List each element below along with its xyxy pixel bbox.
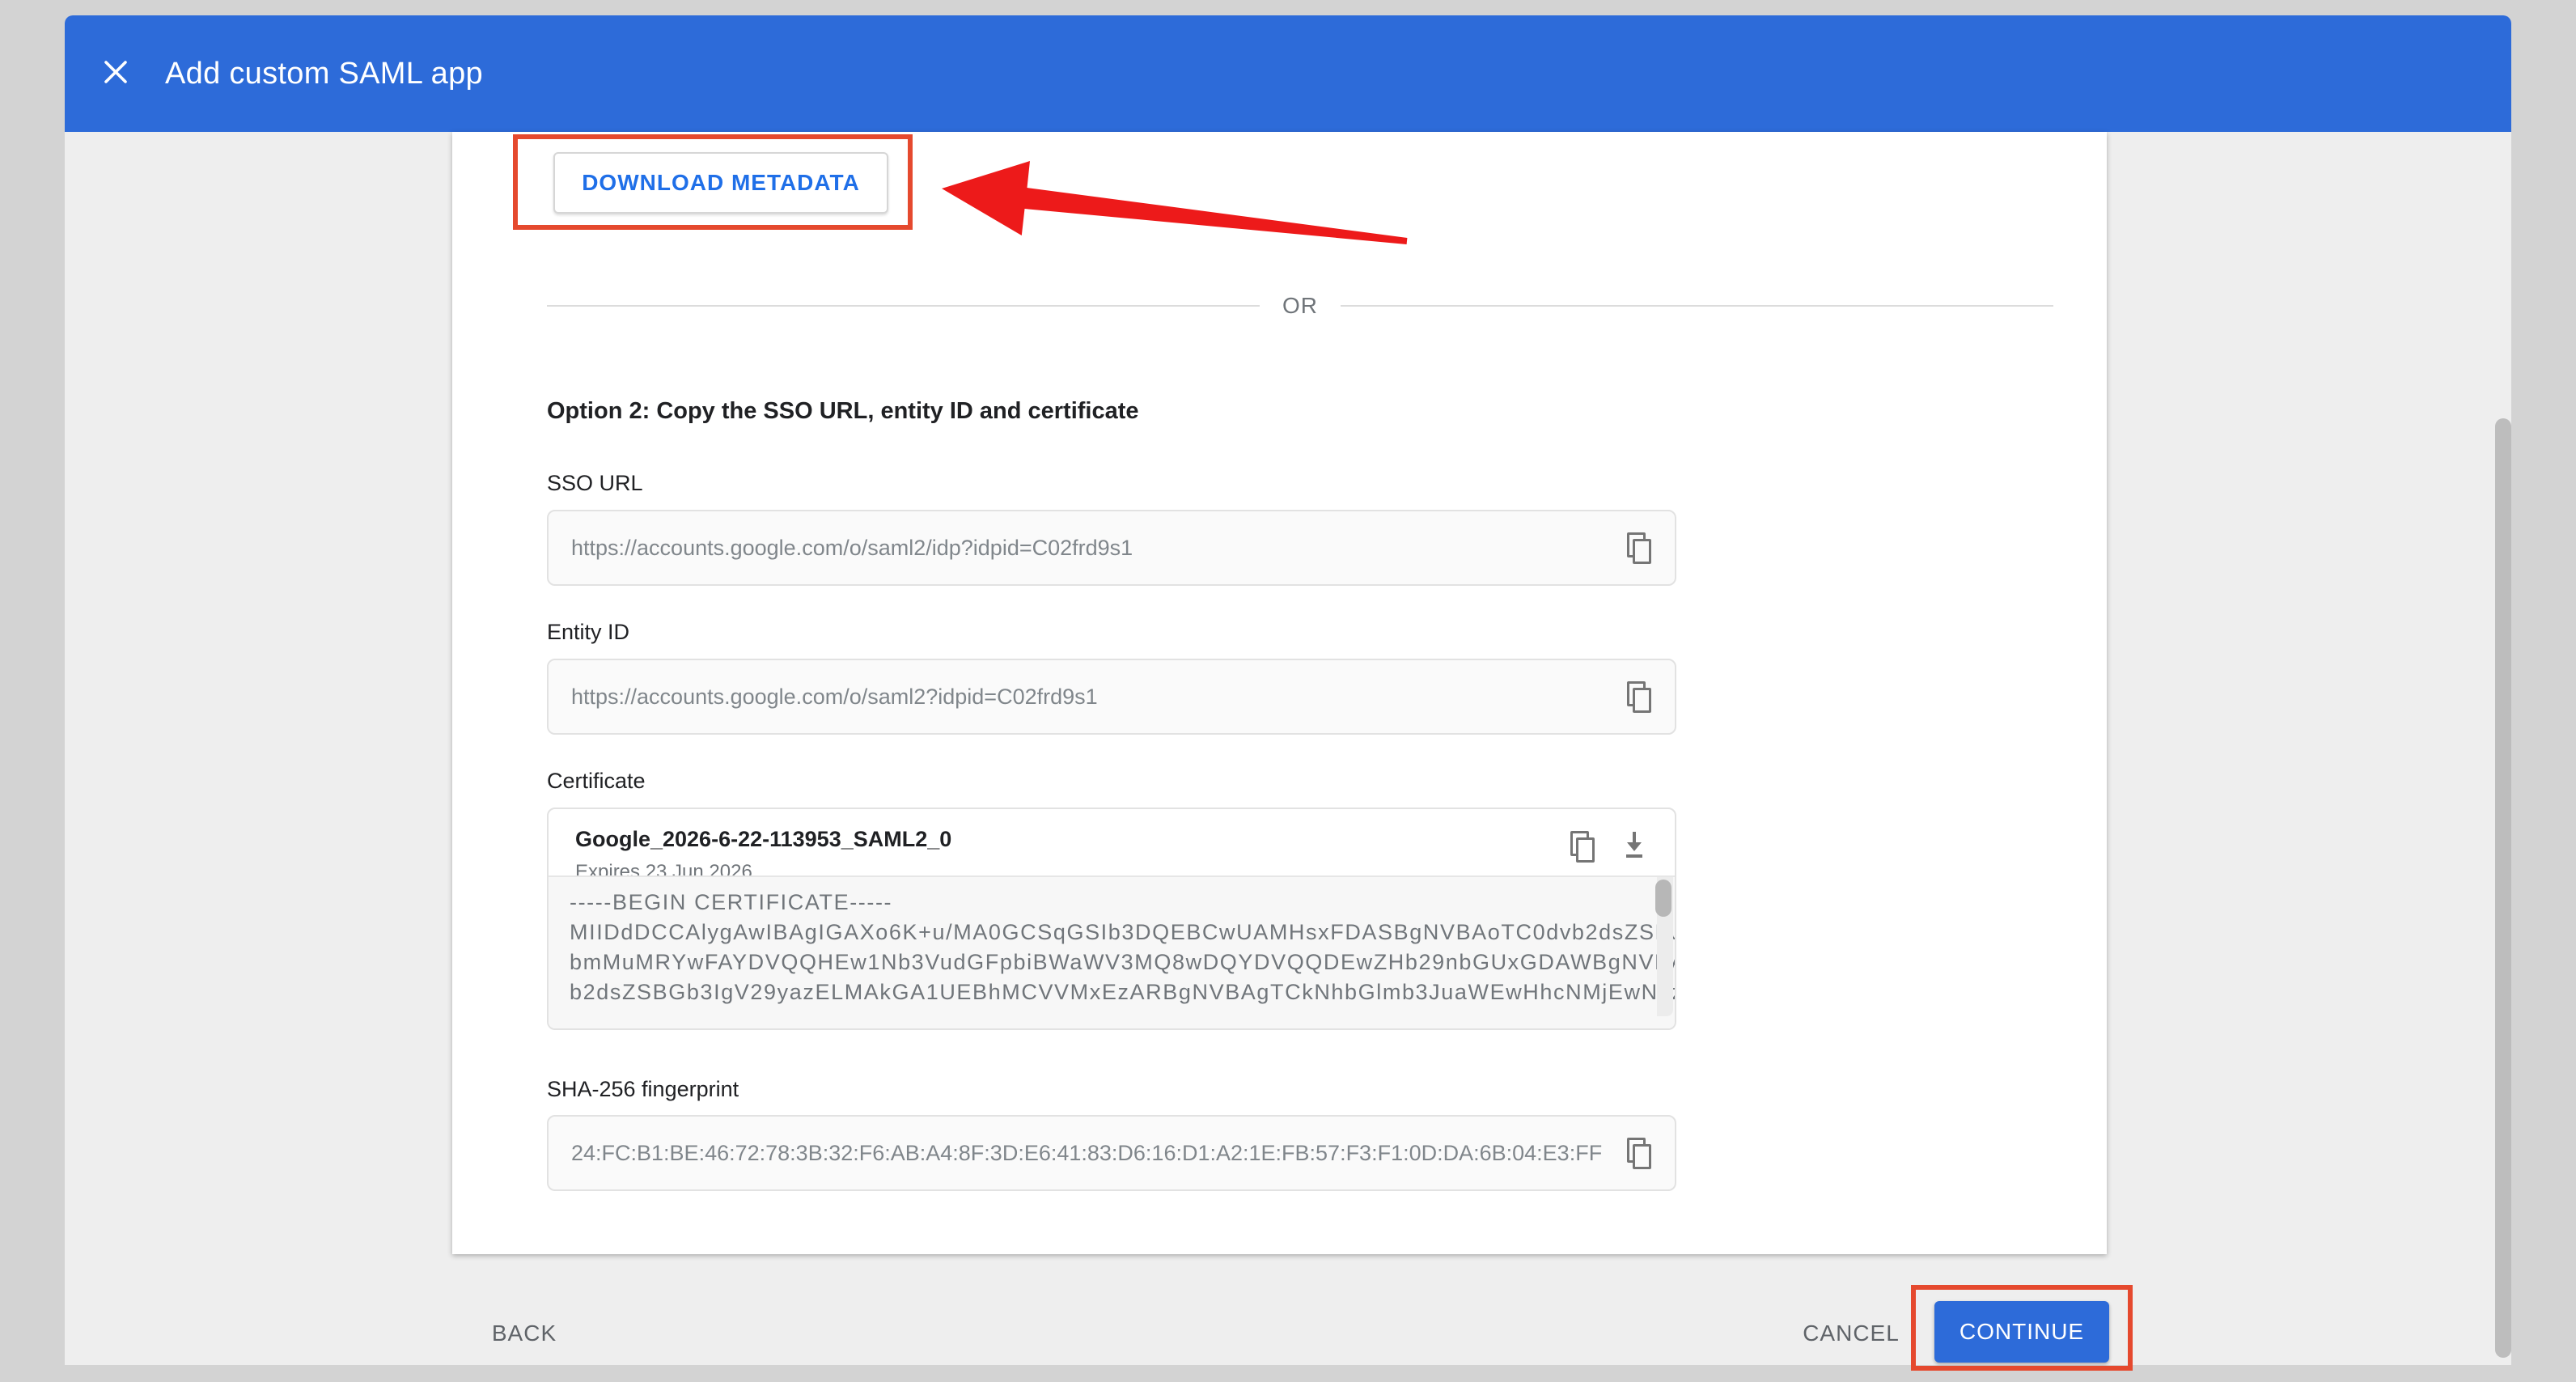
certificate-scrollbar-track[interactable] [1657,877,1673,1016]
entity-id-label: Entity ID [547,620,629,645]
sso-url-field: https://accounts.google.com/o/saml2/idp?… [547,510,1676,586]
certificate-line: -----BEGIN CERTIFICATE----- [570,888,1618,918]
sha256-field: 24:FC:B1:BE:46:72:78:3B:32:F6:AB:A4:8F:3… [547,1115,1676,1191]
certificate-line: MIIDdDCCAlygAwIBAgIGAXo6K+u/MA0GCSqGSIb3… [570,918,1618,947]
close-button[interactable] [102,60,129,87]
or-label: OR [1282,293,1318,319]
copy-icon[interactable] [1626,532,1652,564]
dialog-header: Add custom SAML app [65,15,2511,132]
close-icon [102,58,129,90]
option2-heading: Option 2: Copy the SSO URL, entity ID an… [547,398,1139,425]
certificate-line: b2dsZSBGb3IgV29yazELMAkGA1UEBhMCVVMxEzAR… [570,977,1618,1007]
sso-url-value: https://accounts.google.com/o/saml2/idp?… [571,536,1133,561]
sso-url-label: SSO URL [547,471,643,496]
certificate-label: Certificate [547,769,646,794]
back-button[interactable]: BACK [484,1312,565,1354]
certificate-line: bmMuMRYwFAYDVQQHEw1Nb3VudGFpbiBWaWV3MQ8w… [570,947,1618,977]
entity-id-field: https://accounts.google.com/o/saml2?idpi… [547,659,1676,735]
certificate-name: Google_2026-6-22-113953_SAML2_0 [575,827,951,852]
certificate-body: -----BEGIN CERTIFICATE----- MIIDdDCCAlyg… [549,875,1675,1028]
copy-icon[interactable] [1626,1137,1652,1169]
cancel-button[interactable]: CANCEL [1798,1312,1904,1354]
sha256-value: 24:FC:B1:BE:46:72:78:3B:32:F6:AB:A4:8F:3… [571,1141,1602,1166]
copy-icon[interactable] [1626,680,1652,713]
or-divider: OR [547,294,2053,318]
divider-line-right [1341,305,2053,307]
divider-line-left [547,305,1260,307]
screen: Add custom SAML app DOWNLOAD METADATA OR… [0,0,2576,1382]
entity-id-value: https://accounts.google.com/o/saml2?idpi… [571,685,1098,710]
sha256-label: SHA-256 fingerprint [547,1077,739,1102]
certificate-card: Google_2026-6-22-113953_SAML2_0 Expires … [547,808,1676,1030]
copy-icon[interactable] [1570,830,1595,863]
download-metadata-button[interactable]: DOWNLOAD METADATA [553,152,888,214]
continue-button[interactable]: CONTINUE [1934,1301,2109,1363]
certificate-scrollbar-thumb[interactable] [1655,880,1671,917]
dialog-title: Add custom SAML app [165,57,483,91]
page-scrollbar-thumb[interactable] [2495,418,2511,1358]
download-icon[interactable] [1620,829,1649,861]
